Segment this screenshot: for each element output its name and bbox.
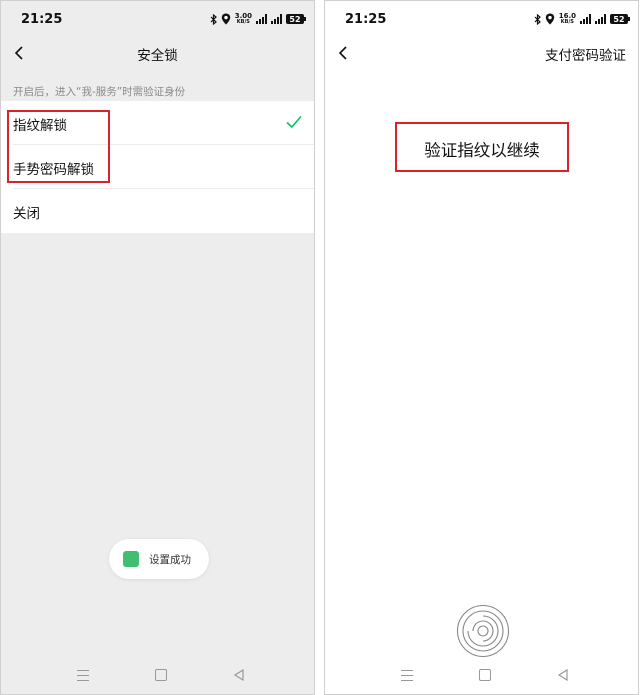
wechat-icon bbox=[123, 551, 139, 567]
check-icon bbox=[286, 115, 302, 129]
back-triangle-icon[interactable] bbox=[233, 669, 245, 681]
back-triangle-icon[interactable] bbox=[557, 669, 569, 681]
signal-2-icon bbox=[595, 14, 606, 24]
toast: 设置成功 bbox=[109, 539, 209, 579]
location-icon bbox=[545, 13, 554, 25]
page-title: 支付密码验证 bbox=[545, 48, 626, 64]
highlight-box: 验证指纹以继续 bbox=[395, 122, 569, 172]
bluetooth-icon bbox=[210, 13, 217, 25]
right-screen: 21:25 16.0 KB/S 52 支付密码验证 验证指纹以继续 bbox=[324, 0, 639, 695]
recent-apps-icon[interactable] bbox=[401, 670, 413, 681]
nav-bar: 安全锁 bbox=[1, 37, 314, 67]
home-icon[interactable] bbox=[155, 669, 167, 681]
location-icon bbox=[221, 13, 230, 25]
network-speed: 16.0 KB/S bbox=[558, 12, 576, 26]
status-icons: 16.0 KB/S 52 bbox=[534, 12, 630, 26]
bluetooth-icon bbox=[534, 13, 541, 25]
status-icons: 3.00 KB/S 52 bbox=[210, 12, 306, 26]
status-bar: 21:25 16.0 KB/S 52 bbox=[325, 1, 638, 37]
page-title: 安全锁 bbox=[137, 48, 178, 64]
status-time: 21:25 bbox=[21, 12, 63, 27]
status-bar: 21:25 3.00 KB/S 52 bbox=[1, 1, 314, 37]
hint-text: 开启后，进入“我-服务”时需验证身份 bbox=[13, 86, 186, 98]
battery-icon: 52 bbox=[610, 14, 630, 24]
back-arrow-icon[interactable] bbox=[333, 41, 357, 65]
option-label: 关闭 bbox=[13, 206, 40, 222]
signal-2-icon bbox=[271, 14, 282, 24]
nav-bar: 支付密码验证 bbox=[325, 37, 638, 67]
fingerprint-prompt: 验证指纹以继续 bbox=[424, 141, 540, 160]
status-time: 21:25 bbox=[345, 12, 387, 27]
recent-apps-icon[interactable] bbox=[77, 670, 89, 681]
home-icon[interactable] bbox=[479, 669, 491, 681]
system-nav-bar bbox=[325, 664, 638, 688]
signal-5g-icon bbox=[256, 14, 267, 24]
fingerprint-icon[interactable] bbox=[456, 604, 510, 658]
signal-5g-icon bbox=[580, 14, 591, 24]
network-speed: 3.00 KB/S bbox=[234, 12, 252, 26]
toast-text: 设置成功 bbox=[149, 554, 191, 566]
left-screen: 21:25 3.00 KB/S 52 安全锁 开启后，进入“我-服务”时需验证身… bbox=[0, 0, 315, 695]
highlight-box bbox=[7, 110, 110, 183]
option-off[interactable]: 关闭 bbox=[1, 189, 314, 233]
battery-icon: 52 bbox=[286, 14, 306, 24]
system-nav-bar bbox=[1, 664, 314, 688]
